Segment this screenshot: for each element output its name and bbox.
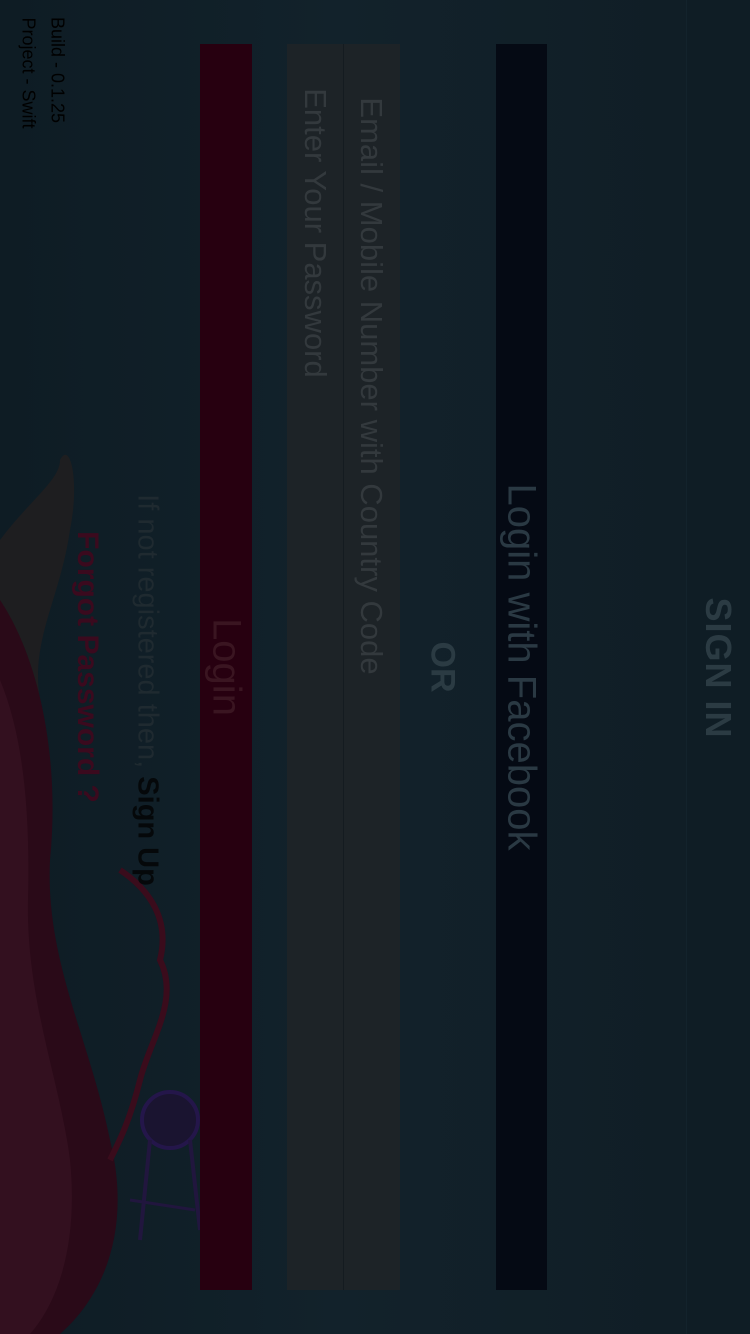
email-placeholder: Email / Mobile Number with Country Code [354, 97, 389, 675]
page-title: SIGN IN [698, 597, 739, 739]
background-illustration [0, 454, 202, 1334]
build-version-label: Build - 0.1.25 [47, 16, 68, 124]
password-placeholder: Enter Your Password [298, 88, 333, 378]
facebook-login-label: Login with Facebook [499, 483, 544, 851]
login-button-label: Login [204, 618, 249, 716]
signup-link[interactable]: Sign Up [132, 776, 164, 886]
balloon-basket-icon [129, 1090, 202, 1241]
project-label: Project - Swift [18, 17, 39, 129]
signup-prompt-text: If not registered then, [131, 494, 164, 777]
forgot-password-link[interactable]: Forgot Password ? [70, 531, 104, 803]
signup-prompt: If not registered then, Sign Up [131, 494, 164, 886]
or-divider: OR [423, 641, 462, 693]
login-screen: SIGN IN Login with Facebook OR Email / M… [0, 0, 750, 1334]
